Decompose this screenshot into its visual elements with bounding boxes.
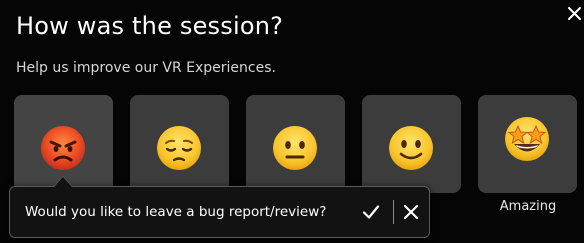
check-icon[interactable] [361, 202, 381, 222]
close-icon[interactable] [565, 4, 583, 22]
rating-option-amazing[interactable] [478, 95, 577, 193]
bug-report-prompt: Would you like to leave a bug report/rev… [9, 186, 430, 238]
feedback-dialog: How was the session? Help us improve our… [0, 0, 584, 243]
dialog-subtitle: Help us improve our VR Experiences. [16, 60, 276, 76]
slightly-smiling-face-icon [389, 126, 433, 170]
rating-option-pensive[interactable] [130, 95, 229, 193]
rating-option-slightly-smiling[interactable] [362, 95, 461, 193]
bug-report-message: Would you like to leave a bug report/rev… [25, 204, 327, 220]
rating-option-neutral[interactable] [246, 95, 345, 193]
toast-divider [393, 200, 394, 224]
angry-face-icon [41, 126, 85, 170]
star-struck-face-icon [505, 117, 549, 161]
toast-pointer [54, 177, 72, 187]
close-icon[interactable] [402, 203, 420, 221]
rating-label-amazing: Amazing [499, 199, 557, 214]
dialog-title: How was the session? [16, 12, 284, 40]
pensive-face-icon [157, 126, 201, 170]
neutral-face-icon [273, 126, 317, 170]
